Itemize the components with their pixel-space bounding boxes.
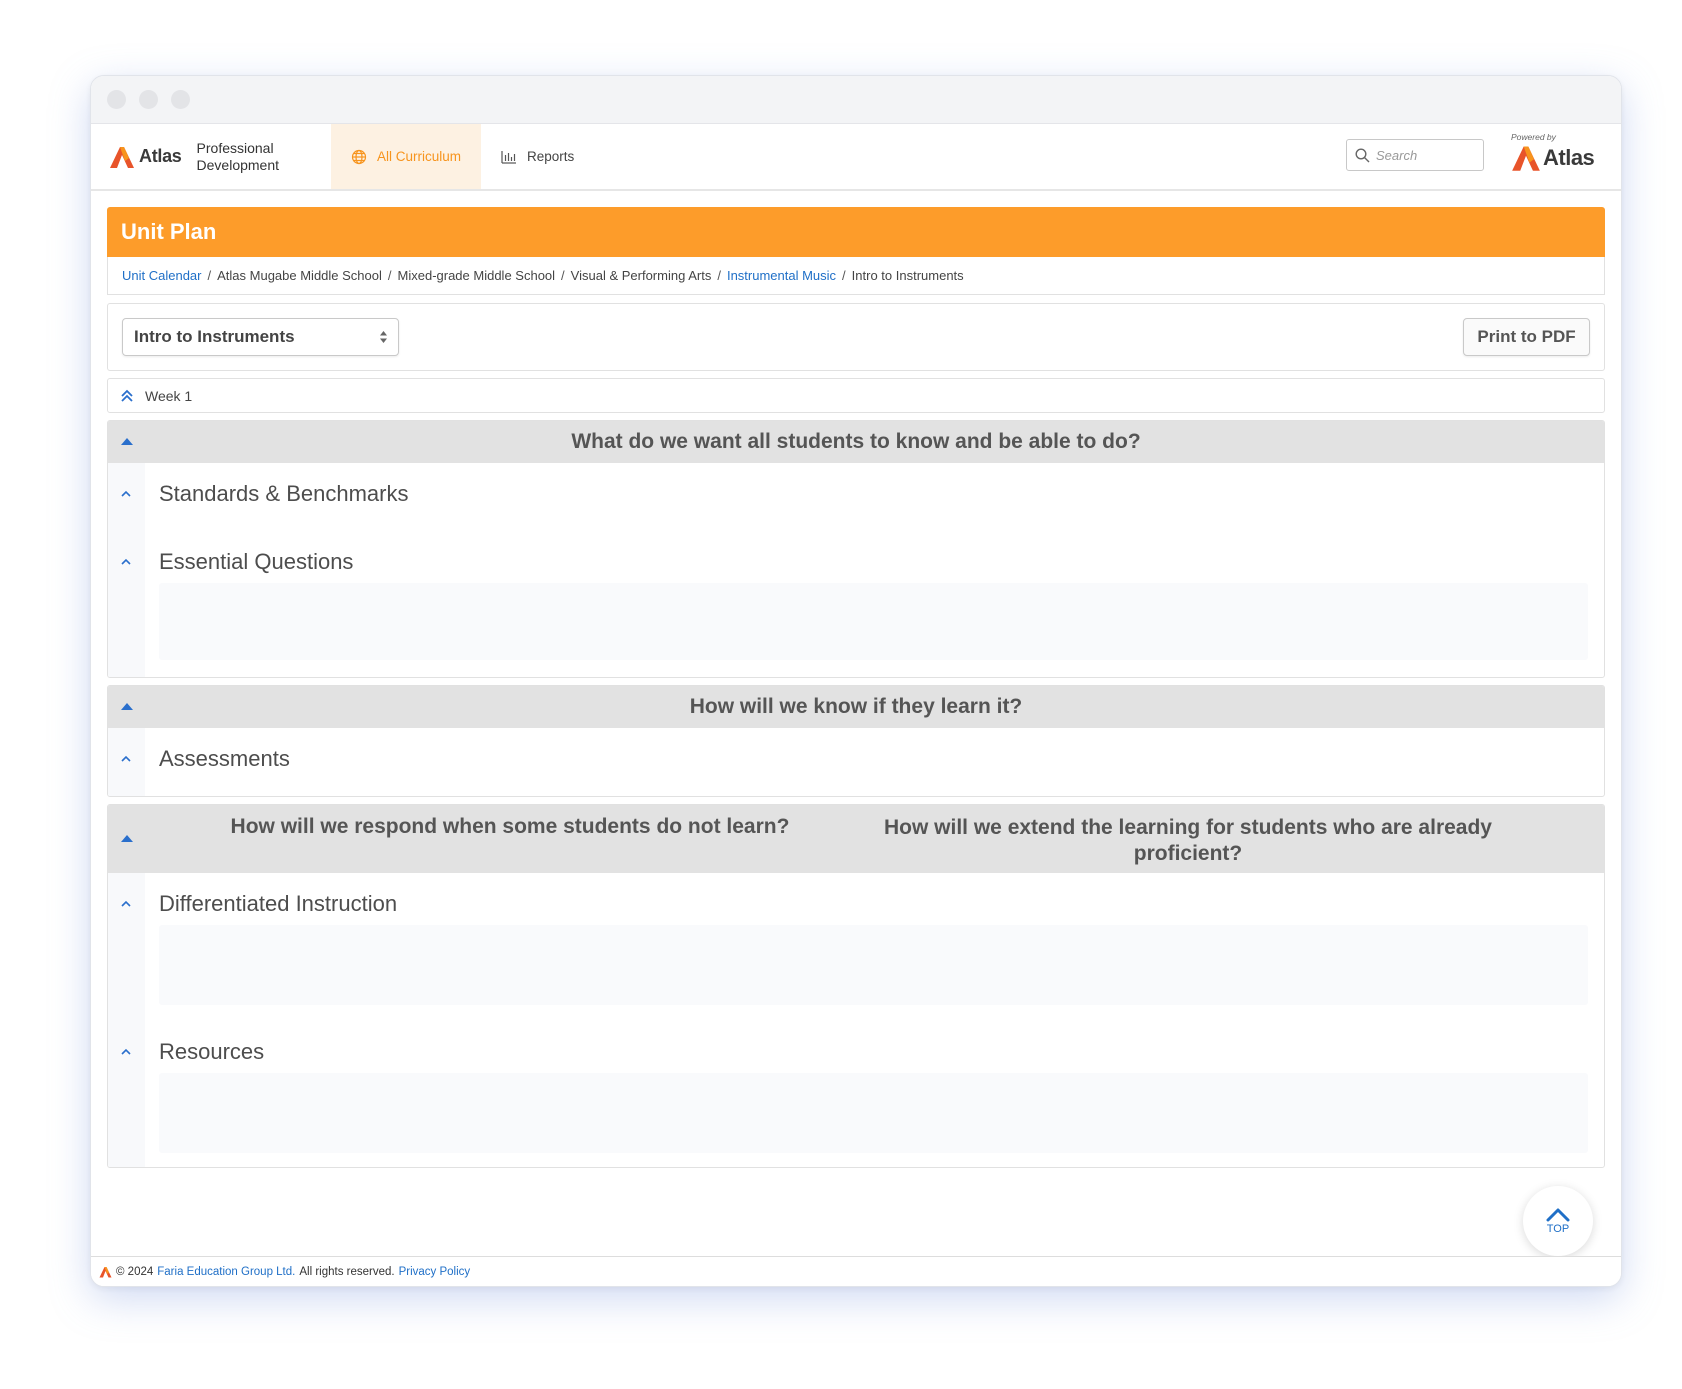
globe-icon [351, 149, 367, 164]
chevron-up-icon[interactable] [121, 489, 131, 499]
section-know: What do we want all students to know and… [107, 420, 1605, 678]
breadcrumb-separator: / [842, 268, 846, 283]
collapse-triangle-icon[interactable] [121, 703, 133, 710]
breadcrumb-course[interactable]: Instrumental Music [727, 268, 836, 283]
chevron-up-icon[interactable] [121, 899, 131, 909]
resources-title: Resources [159, 1039, 265, 1064]
section-respond-header[interactable]: How will we respond when some students d… [108, 805, 1604, 873]
search-icon [1355, 147, 1370, 162]
standards-benchmarks-title: Standards & Benchmarks [159, 481, 409, 506]
week-label: Week 1 [145, 387, 193, 404]
browser-window: Atlas Professional Development All Curri… [90, 75, 1622, 1287]
week-row[interactable]: Week 1 [107, 378, 1605, 413]
brand-subtitle-line1: Professional [196, 139, 274, 156]
atlas-logo-icon [99, 1266, 112, 1277]
chevron-up-icon[interactable] [121, 1047, 131, 1057]
assessments-title: Assessments [159, 746, 290, 771]
window-maximize-dot[interactable] [171, 90, 190, 109]
main-content: Unit Plan Unit Calendar / Atlas Mugabe M… [107, 207, 1605, 1168]
differentiated-instruction-content [159, 925, 1588, 1005]
nav-reports-label: Reports [527, 149, 575, 164]
chevron-up-icon[interactable] [121, 754, 131, 764]
double-chevron-up-icon[interactable] [108, 389, 145, 403]
section-gutter [108, 873, 145, 1167]
chevron-up-icon[interactable] [121, 557, 131, 567]
brand[interactable]: Atlas Professional Development [109, 124, 279, 189]
section-gutter [108, 728, 145, 796]
breadcrumb-separator: / [387, 268, 392, 283]
scroll-to-top-button[interactable]: TOP [1523, 1186, 1593, 1256]
section-learn: How will we know if they learn it? Asses… [107, 685, 1605, 797]
atlas-logo-icon [110, 146, 134, 168]
section-know-header[interactable]: What do we want all students to know and… [108, 421, 1604, 463]
privacy-policy-link[interactable]: Privacy Policy [399, 1266, 471, 1278]
footer-rights: All rights reserved. [299, 1265, 395, 1278]
unit-select[interactable]: Intro to Instruments [122, 318, 399, 356]
nav-all-curriculum[interactable]: All Curriculum [331, 124, 481, 189]
breadcrumb-unit-calendar[interactable]: Unit Calendar [122, 268, 202, 283]
brand-subtitle: Professional Development [197, 140, 280, 174]
footer-company-link[interactable]: Faria Education Group Ltd. [157, 1266, 295, 1278]
essential-questions-content [159, 583, 1588, 660]
resources-content [159, 1073, 1588, 1153]
section-learn-header[interactable]: How will we know if they learn it? [108, 686, 1604, 728]
print-to-pdf-button[interactable]: Print to PDF [1463, 318, 1590, 356]
breadcrumb: Unit Calendar / Atlas Mugabe Middle Scho… [107, 257, 1605, 295]
brand-subtitle-line2: Development [196, 156, 280, 173]
breadcrumb-separator: / [207, 268, 212, 283]
section-gutter [108, 463, 145, 677]
section-respond-heading-left: How will we respond when some students d… [230, 815, 790, 838]
breadcrumb-separator: / [717, 268, 721, 283]
section-respond: How will we respond when some students d… [107, 804, 1605, 1168]
window-close-dot[interactable] [107, 90, 126, 109]
powered-brand-name: Atlas [1543, 145, 1595, 170]
section-respond-heading-right: How will we extend the learning for stud… [884, 816, 1492, 865]
window-titlebar [91, 76, 1621, 124]
differentiated-instruction-title: Differentiated Instruction [159, 891, 398, 916]
search-placeholder: Search [1376, 147, 1418, 163]
section-know-heading: What do we want all students to know and… [571, 430, 1141, 453]
brand-name: Atlas [139, 146, 182, 166]
footer-copyright: © 2024 [116, 1265, 154, 1278]
footer: © 2024 Faria Education Group Ltd. All ri… [91, 1256, 1621, 1286]
breadcrumb-separator: / [561, 268, 565, 283]
chevron-up-icon [1546, 1208, 1570, 1222]
select-arrows-icon [380, 331, 387, 343]
window-minimize-dot[interactable] [139, 90, 158, 109]
collapse-triangle-icon[interactable] [121, 835, 133, 842]
section-learn-heading: How will we know if they learn it? [689, 695, 1023, 718]
nav-all-curriculum-label: All Curriculum [376, 149, 461, 164]
bar-chart-icon [501, 150, 516, 164]
breadcrumb-department: Visual & Performing Arts [570, 268, 712, 283]
breadcrumb-grade: Mixed-grade Middle School [397, 268, 556, 283]
collapse-triangle-icon[interactable] [121, 438, 133, 445]
breadcrumb-unit: Intro to Instruments [851, 268, 964, 283]
top-label: TOP [1546, 1223, 1570, 1235]
breadcrumb-school: Atlas Mugabe Middle School [217, 268, 382, 283]
unit-select-value: Intro to Instruments [134, 327, 295, 346]
search-input[interactable]: Search [1346, 139, 1484, 171]
atlas-logo: Atlas [109, 145, 182, 169]
app-header: Atlas Professional Development All Curri… [91, 124, 1621, 191]
unit-toolbar: Intro to Instruments Print to PDF [107, 303, 1605, 371]
powered-logo: Atlas [1511, 144, 1611, 172]
page-title: Unit Plan [107, 207, 1605, 257]
essential-questions-title: Essential Questions [159, 549, 354, 574]
powered-by-atlas: Powered by Atlas [1511, 132, 1611, 182]
nav-reports[interactable]: Reports [501, 124, 574, 189]
atlas-logo-icon [1512, 146, 1540, 171]
powered-by-label: Powered by [1511, 132, 1556, 142]
